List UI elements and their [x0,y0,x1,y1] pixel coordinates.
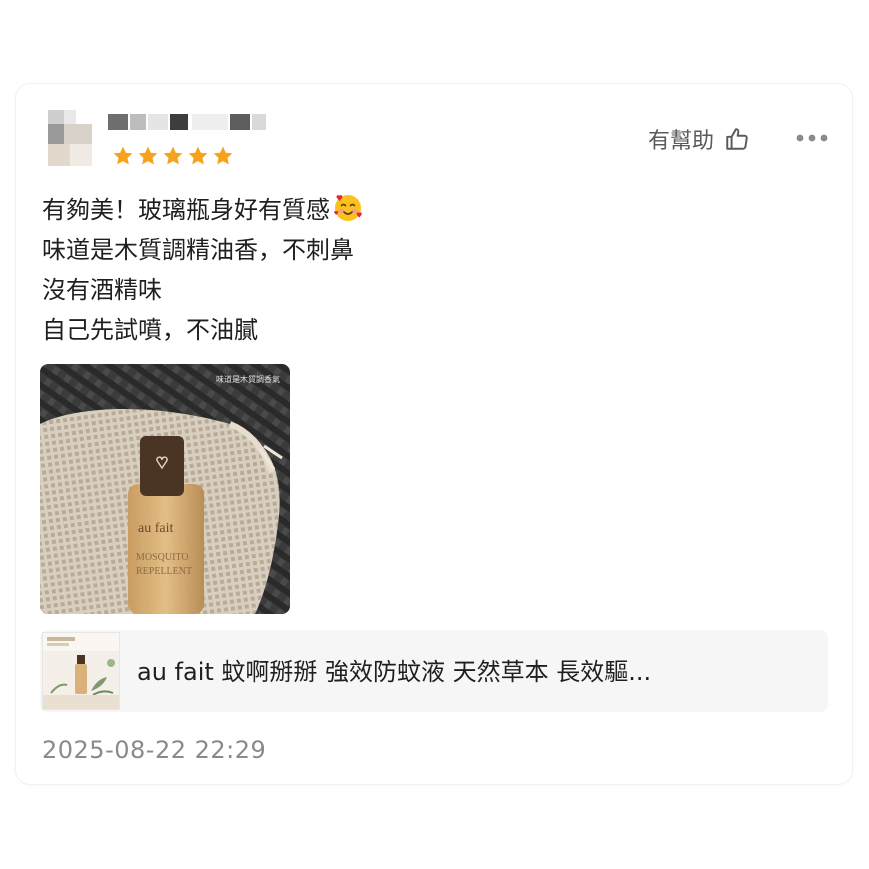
helpful-button[interactable]: 有幫助 [648,123,750,155]
photo-caption: 味道是木質調香氣 [216,374,280,384]
helpful-label: 有幫助 [648,129,715,154]
product-name: au fait 蚊啊掰掰 強效防蚊液 天然草本 長效驅... [137,658,652,686]
review-photo[interactable]: au fait MOSQUITO REPELLENT 味道是木質調香氣 [40,364,290,614]
avatar[interactable] [48,110,92,166]
bottle-brand-text: au fait [138,521,173,536]
review-line: 味道是木質調精油香，不刺鼻 [42,236,354,264]
product-link[interactable]: au fait 蚊啊掰掰 強效防蚊液 天然草本 長效驅... [40,630,828,712]
star-icon [188,146,208,165]
review-text: 有夠美！玻璃瓶身好有質感 味道是木質調精油香，不刺鼻 沒有酒精味 自己先試噴，不… [42,190,364,350]
svg-text:MOSQUITO: MOSQUITO [136,552,189,563]
star-icon [213,146,233,165]
rating-stars [112,145,234,167]
review-line: 自己先試噴，不油膩 [42,316,258,344]
smiling-face-with-hearts-emoji [334,195,362,221]
product-thumbnail [42,632,120,710]
star-icon [113,146,133,165]
product-photo-image: au fait MOSQUITO REPELLENT 味道是木質調香氣 [40,364,290,614]
username-blurred[interactable] [108,114,278,132]
svg-text:REPELLENT: REPELLENT [136,566,192,577]
review-line: 沒有酒精味 [42,276,162,304]
review-line: 有夠美！玻璃瓶身好有質感 [42,190,364,230]
review-timestamp: 2025-08-22 22:29 [42,736,267,764]
star-icon [163,146,183,165]
thumbs-up-icon [726,128,748,150]
more-dots-icon[interactable] [794,128,830,148]
star-icon [138,146,158,165]
